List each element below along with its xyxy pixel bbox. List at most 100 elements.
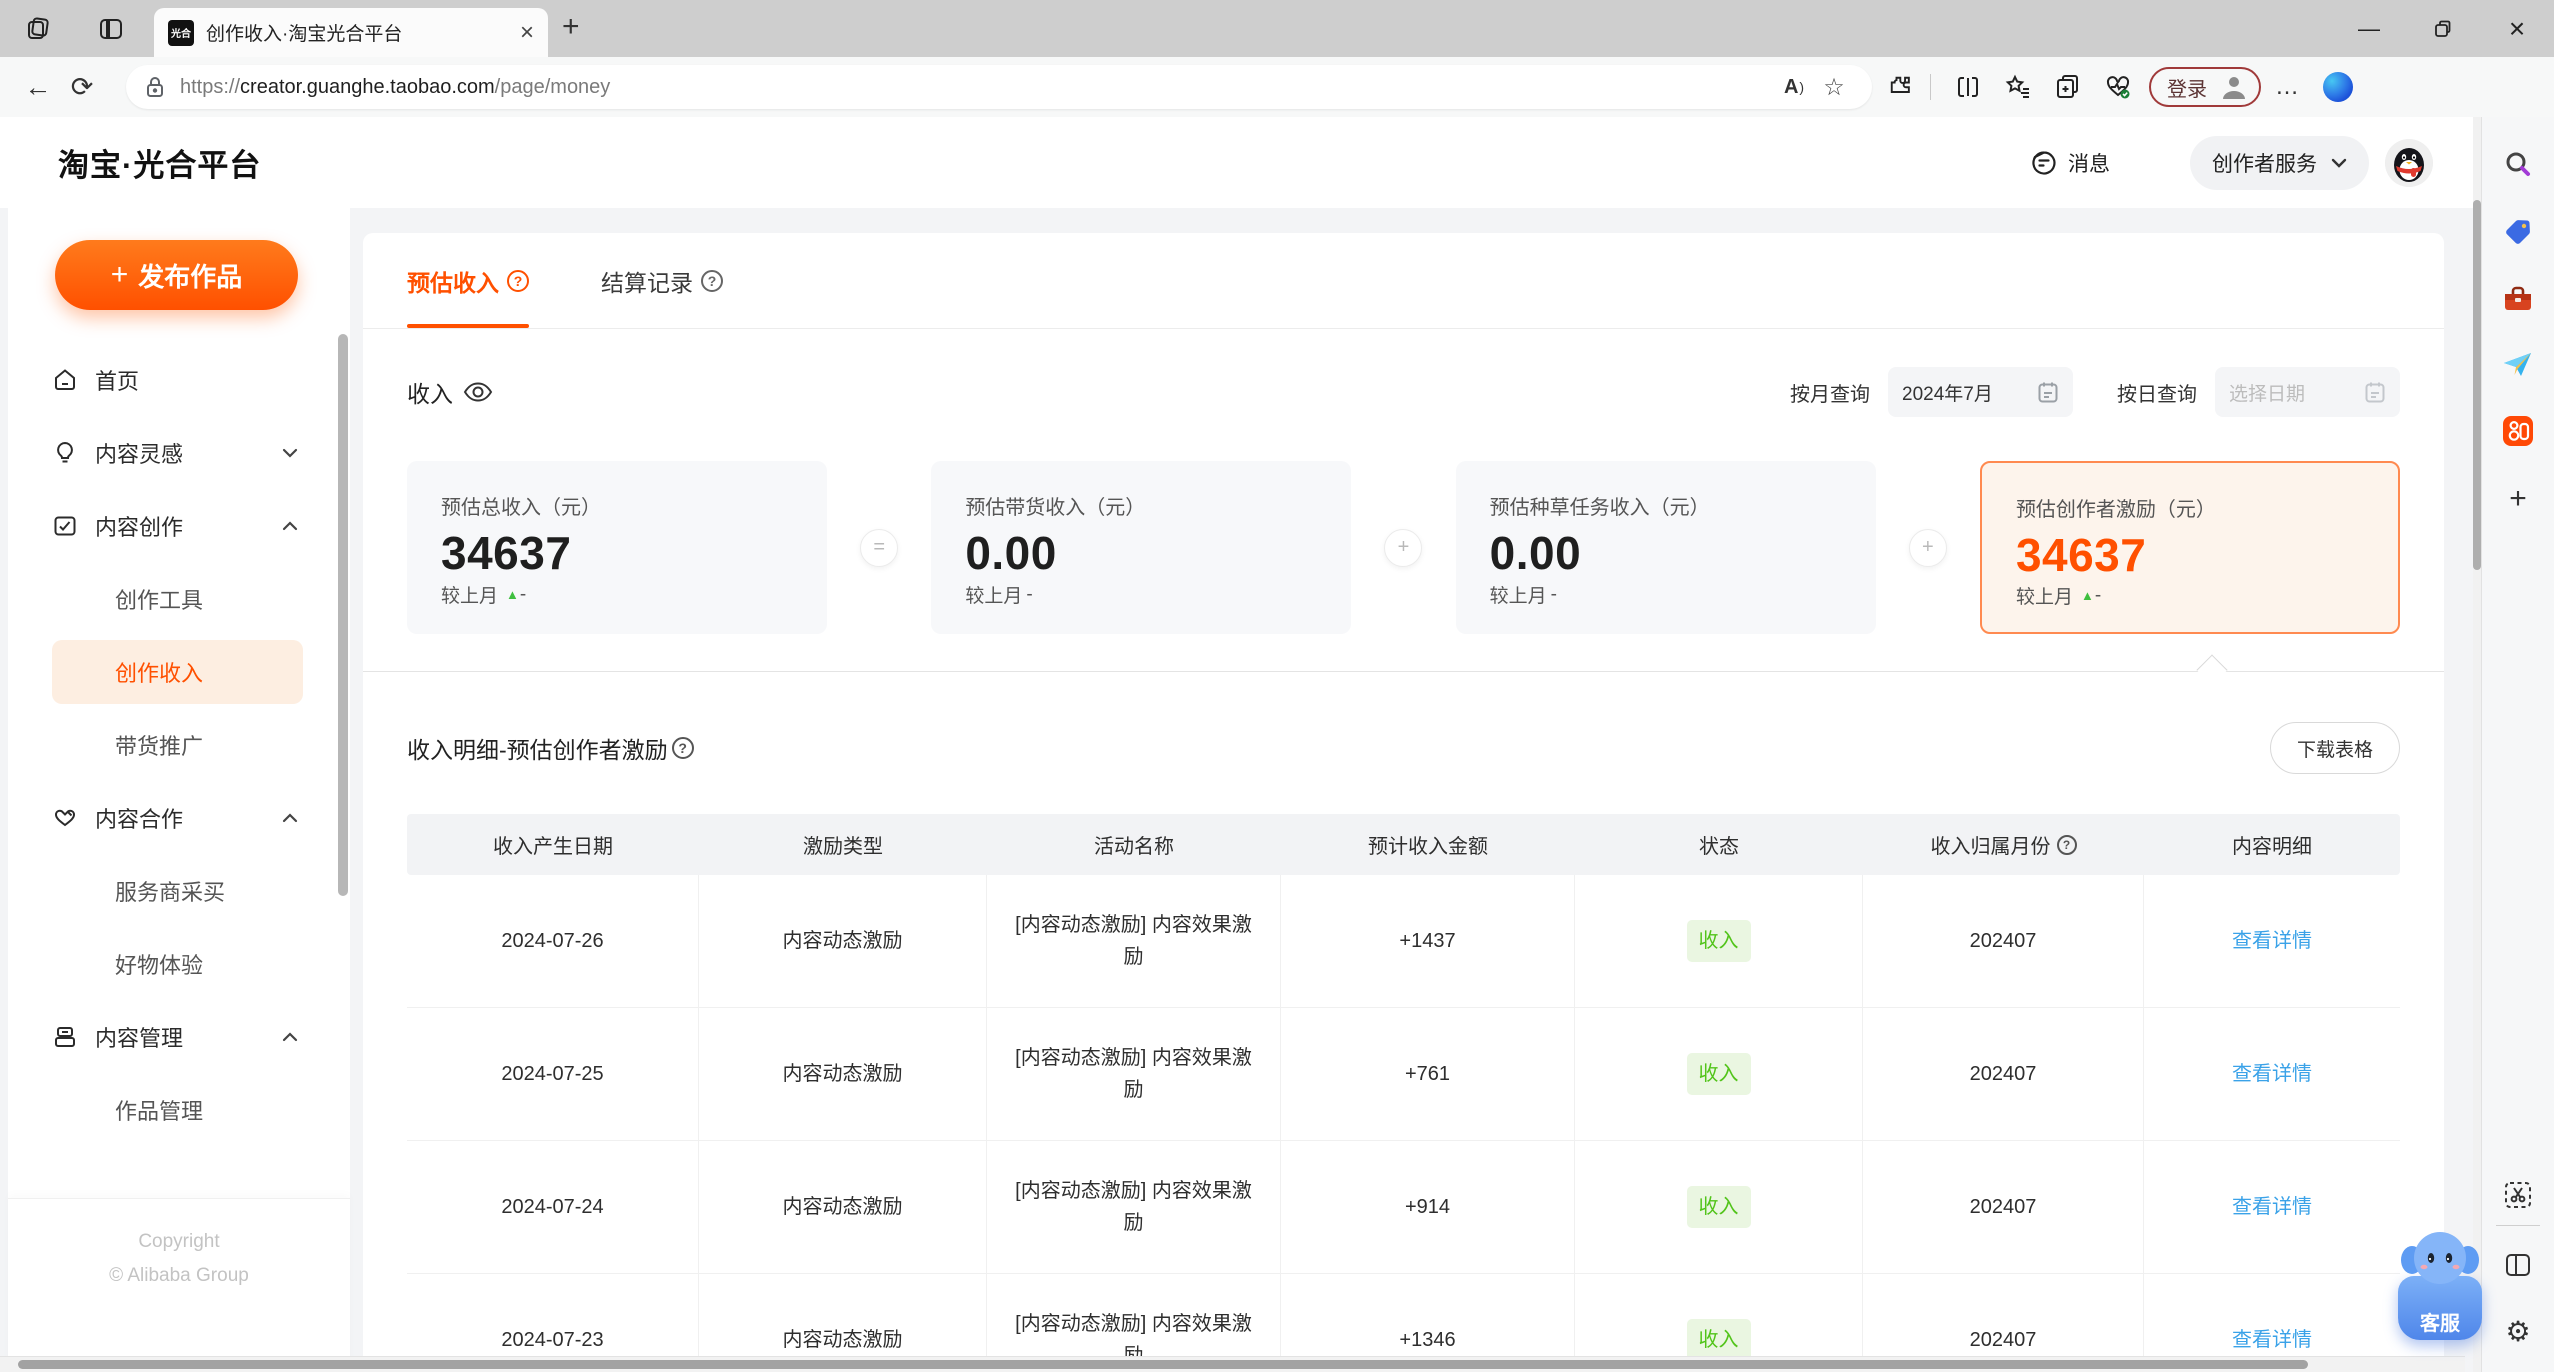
card-seeding-task-income[interactable]: 预估种草任务收入（元） 0.00 较上月 - bbox=[1455, 461, 1876, 634]
avatar[interactable] bbox=[2385, 138, 2433, 187]
help-icon[interactable]: ? bbox=[2056, 834, 2077, 855]
browser-essentials-icon[interactable] bbox=[2097, 66, 2139, 108]
creator-services-dropdown[interactable]: 创作者服务 bbox=[2190, 135, 2369, 190]
toolbar-divider bbox=[1930, 74, 1931, 100]
col-header-type: 激励类型 bbox=[803, 836, 883, 858]
edge-sidebar: + ⚙ bbox=[2481, 117, 2554, 1372]
income-detail-table: 收入产生日期 激励类型 活动名称 预计收入金额 状态 收入归属月份? 内容明细 … bbox=[407, 814, 2400, 1372]
copilot-icon[interactable] bbox=[2323, 72, 2353, 102]
eye-icon[interactable] bbox=[463, 381, 493, 403]
view-details-link[interactable]: 查看详情 bbox=[2232, 1324, 2312, 1356]
download-table-button[interactable]: 下载表格 bbox=[2269, 722, 2400, 774]
calendar-icon bbox=[2038, 382, 2058, 403]
tab-actions-icon[interactable] bbox=[96, 14, 126, 44]
workspaces-icon[interactable] bbox=[24, 14, 54, 44]
customer-service-widget[interactable]: 客服 bbox=[2396, 1228, 2484, 1344]
tab-settlement-records[interactable]: 结算记录 ? bbox=[601, 233, 723, 328]
sidebar-item-content-creation[interactable]: 内容创作 bbox=[8, 489, 350, 562]
horizontal-scrollbar[interactable] bbox=[0, 1356, 2465, 1372]
add-sidebar-app-icon[interactable]: + bbox=[2498, 479, 2538, 519]
sidebar-item-service-purchase[interactable]: 服务商采买 bbox=[8, 854, 350, 927]
refresh-button[interactable]: ⟳ bbox=[60, 72, 104, 103]
sidebar-item-home[interactable]: 首页 bbox=[8, 343, 350, 416]
paper-plane-icon[interactable] bbox=[2498, 345, 2538, 385]
income-title: 收入 bbox=[407, 381, 453, 407]
table-header-row: 收入产生日期 激励类型 活动名称 预计收入金额 状态 收入归属月份? 内容明细 bbox=[407, 814, 2400, 875]
chevron-up-icon bbox=[282, 1031, 298, 1041]
back-button[interactable]: ← bbox=[16, 72, 60, 103]
equals-operator: = bbox=[860, 528, 899, 567]
month-picker-input[interactable]: 2024年7月 bbox=[1888, 367, 2073, 417]
sidebar-item-creation-tools[interactable]: 创作工具 bbox=[8, 562, 350, 635]
selected-card-notch bbox=[2196, 654, 2228, 686]
site-header: 淘宝·光合平台 消息 创作者服务 bbox=[0, 117, 2473, 208]
url-text: https://creator.guanghe.taobao.com/page/… bbox=[180, 75, 611, 98]
sidebar-footer: Copyright © Alibaba Group bbox=[8, 1198, 350, 1372]
view-details-link[interactable]: 查看详情 bbox=[2232, 1191, 2312, 1223]
card-sales-income[interactable]: 预估带货收入（元） 0.00 较上月 - bbox=[931, 461, 1352, 634]
sidebar-item-content-management[interactable]: 内容管理 bbox=[8, 1000, 350, 1073]
help-icon[interactable]: ? bbox=[701, 269, 723, 292]
window-controls: — × bbox=[2332, 0, 2554, 57]
rail-divider bbox=[2496, 1225, 2540, 1226]
income-header-row: 收入 按月查询 2024年7月 按日查询 选择日期 bbox=[407, 367, 2400, 417]
messages-label: 消息 bbox=[2068, 152, 2110, 176]
chevron-up-icon bbox=[282, 520, 298, 530]
tab-close-icon[interactable]: × bbox=[520, 20, 534, 45]
tab-estimated-income[interactable]: 预估收入 ? bbox=[407, 233, 529, 328]
detail-header-row: 收入明细-预估创作者激励 ? 下载表格 bbox=[407, 722, 2400, 774]
shopping-tag-icon[interactable] bbox=[2498, 212, 2538, 252]
split-view-icon[interactable] bbox=[2498, 1245, 2538, 1285]
messages-button[interactable]: 消息 bbox=[2030, 148, 2110, 178]
settings-gear-icon[interactable]: ⚙ bbox=[2498, 1311, 2538, 1351]
day-query-label: 按日查询 bbox=[2117, 383, 2197, 406]
card-total-income[interactable]: 预估总收入（元） 34637 较上月 ▲ - bbox=[407, 461, 827, 634]
copyright-text: Copyright © Alibaba Group bbox=[109, 1231, 249, 1286]
horizontal-scrollbar-thumb[interactable] bbox=[18, 1360, 2308, 1369]
card-creator-incentive[interactable]: 预估创作者激励（元） 34637 较上月 ▲ - bbox=[1979, 461, 2400, 634]
status-badge: 收入 bbox=[1686, 1319, 1751, 1361]
login-button[interactable]: 登录 bbox=[2149, 67, 2261, 107]
sidebar-scrollbar-thumb[interactable] bbox=[338, 334, 348, 896]
trend-up-icon: ▲ bbox=[2080, 588, 2094, 603]
sidebar-item-works-management[interactable]: 作品管理 bbox=[8, 1073, 350, 1146]
vertical-scrollbar[interactable] bbox=[2473, 117, 2481, 1372]
browser-tab[interactable]: 光合 创作收入·淘宝光合平台 × bbox=[154, 8, 548, 57]
favorite-star-icon[interactable]: ☆ bbox=[1814, 73, 1854, 102]
view-details-link[interactable]: 查看详情 bbox=[2232, 925, 2312, 957]
vertical-scrollbar-thumb[interactable] bbox=[2473, 200, 2481, 570]
view-details-link[interactable]: 查看详情 bbox=[2232, 1058, 2312, 1090]
window-minimize-button[interactable]: — bbox=[2332, 0, 2406, 57]
plus-operator: + bbox=[1908, 528, 1947, 567]
plus-operator: + bbox=[1384, 528, 1423, 567]
kuaishou-icon[interactable] bbox=[2498, 411, 2538, 451]
window-restore-button[interactable] bbox=[2406, 0, 2480, 57]
split-screen-icon[interactable] bbox=[1947, 66, 1989, 108]
browser-tab-strip: 光合 创作收入·淘宝光合平台 × + — × bbox=[0, 0, 2554, 57]
help-icon[interactable]: ? bbox=[671, 737, 694, 759]
chevron-down-icon bbox=[282, 448, 298, 458]
storage-box-icon bbox=[55, 1026, 75, 1047]
settings-more-icon[interactable]: … bbox=[2275, 73, 2301, 101]
window-close-button[interactable]: × bbox=[2480, 0, 2554, 57]
help-icon[interactable]: ? bbox=[507, 269, 529, 292]
sidebar: + 发布作品 首页 内容灵感 内容创作 创作工具 创作收入 带货推广 内容合作 … bbox=[8, 208, 350, 1372]
screenshot-icon[interactable] bbox=[2498, 1175, 2538, 1215]
toolbox-icon[interactable] bbox=[2498, 279, 2538, 319]
address-bar[interactable]: https://creator.guanghe.taobao.com/page/… bbox=[126, 65, 1872, 109]
home-icon bbox=[55, 368, 75, 390]
sidebar-item-goods-experience[interactable]: 好物体验 bbox=[8, 927, 350, 1000]
sidebar-item-product-promotion[interactable]: 带货推广 bbox=[8, 708, 350, 781]
collections-icon[interactable] bbox=[2047, 66, 2089, 108]
date-picker-input[interactable]: 选择日期 bbox=[2215, 367, 2400, 417]
sidebar-item-content-cooperation[interactable]: 内容合作 bbox=[8, 781, 350, 854]
new-tab-button[interactable]: + bbox=[562, 10, 580, 44]
favorites-icon[interactable] bbox=[1997, 66, 2039, 108]
read-aloud-icon[interactable]: A) bbox=[1774, 76, 1814, 99]
search-icon[interactable] bbox=[2498, 145, 2538, 185]
extensions-icon[interactable] bbox=[1880, 66, 1922, 108]
sidebar-item-creation-income[interactable]: 创作收入 bbox=[8, 635, 350, 708]
table-row: 2024-07-24 内容动态激励 [内容动态激励] 内容效果激励 +914 收… bbox=[407, 1141, 2400, 1274]
publish-work-button[interactable]: + 发布作品 bbox=[55, 240, 298, 310]
sidebar-item-content-inspiration[interactable]: 内容灵感 bbox=[8, 416, 350, 489]
